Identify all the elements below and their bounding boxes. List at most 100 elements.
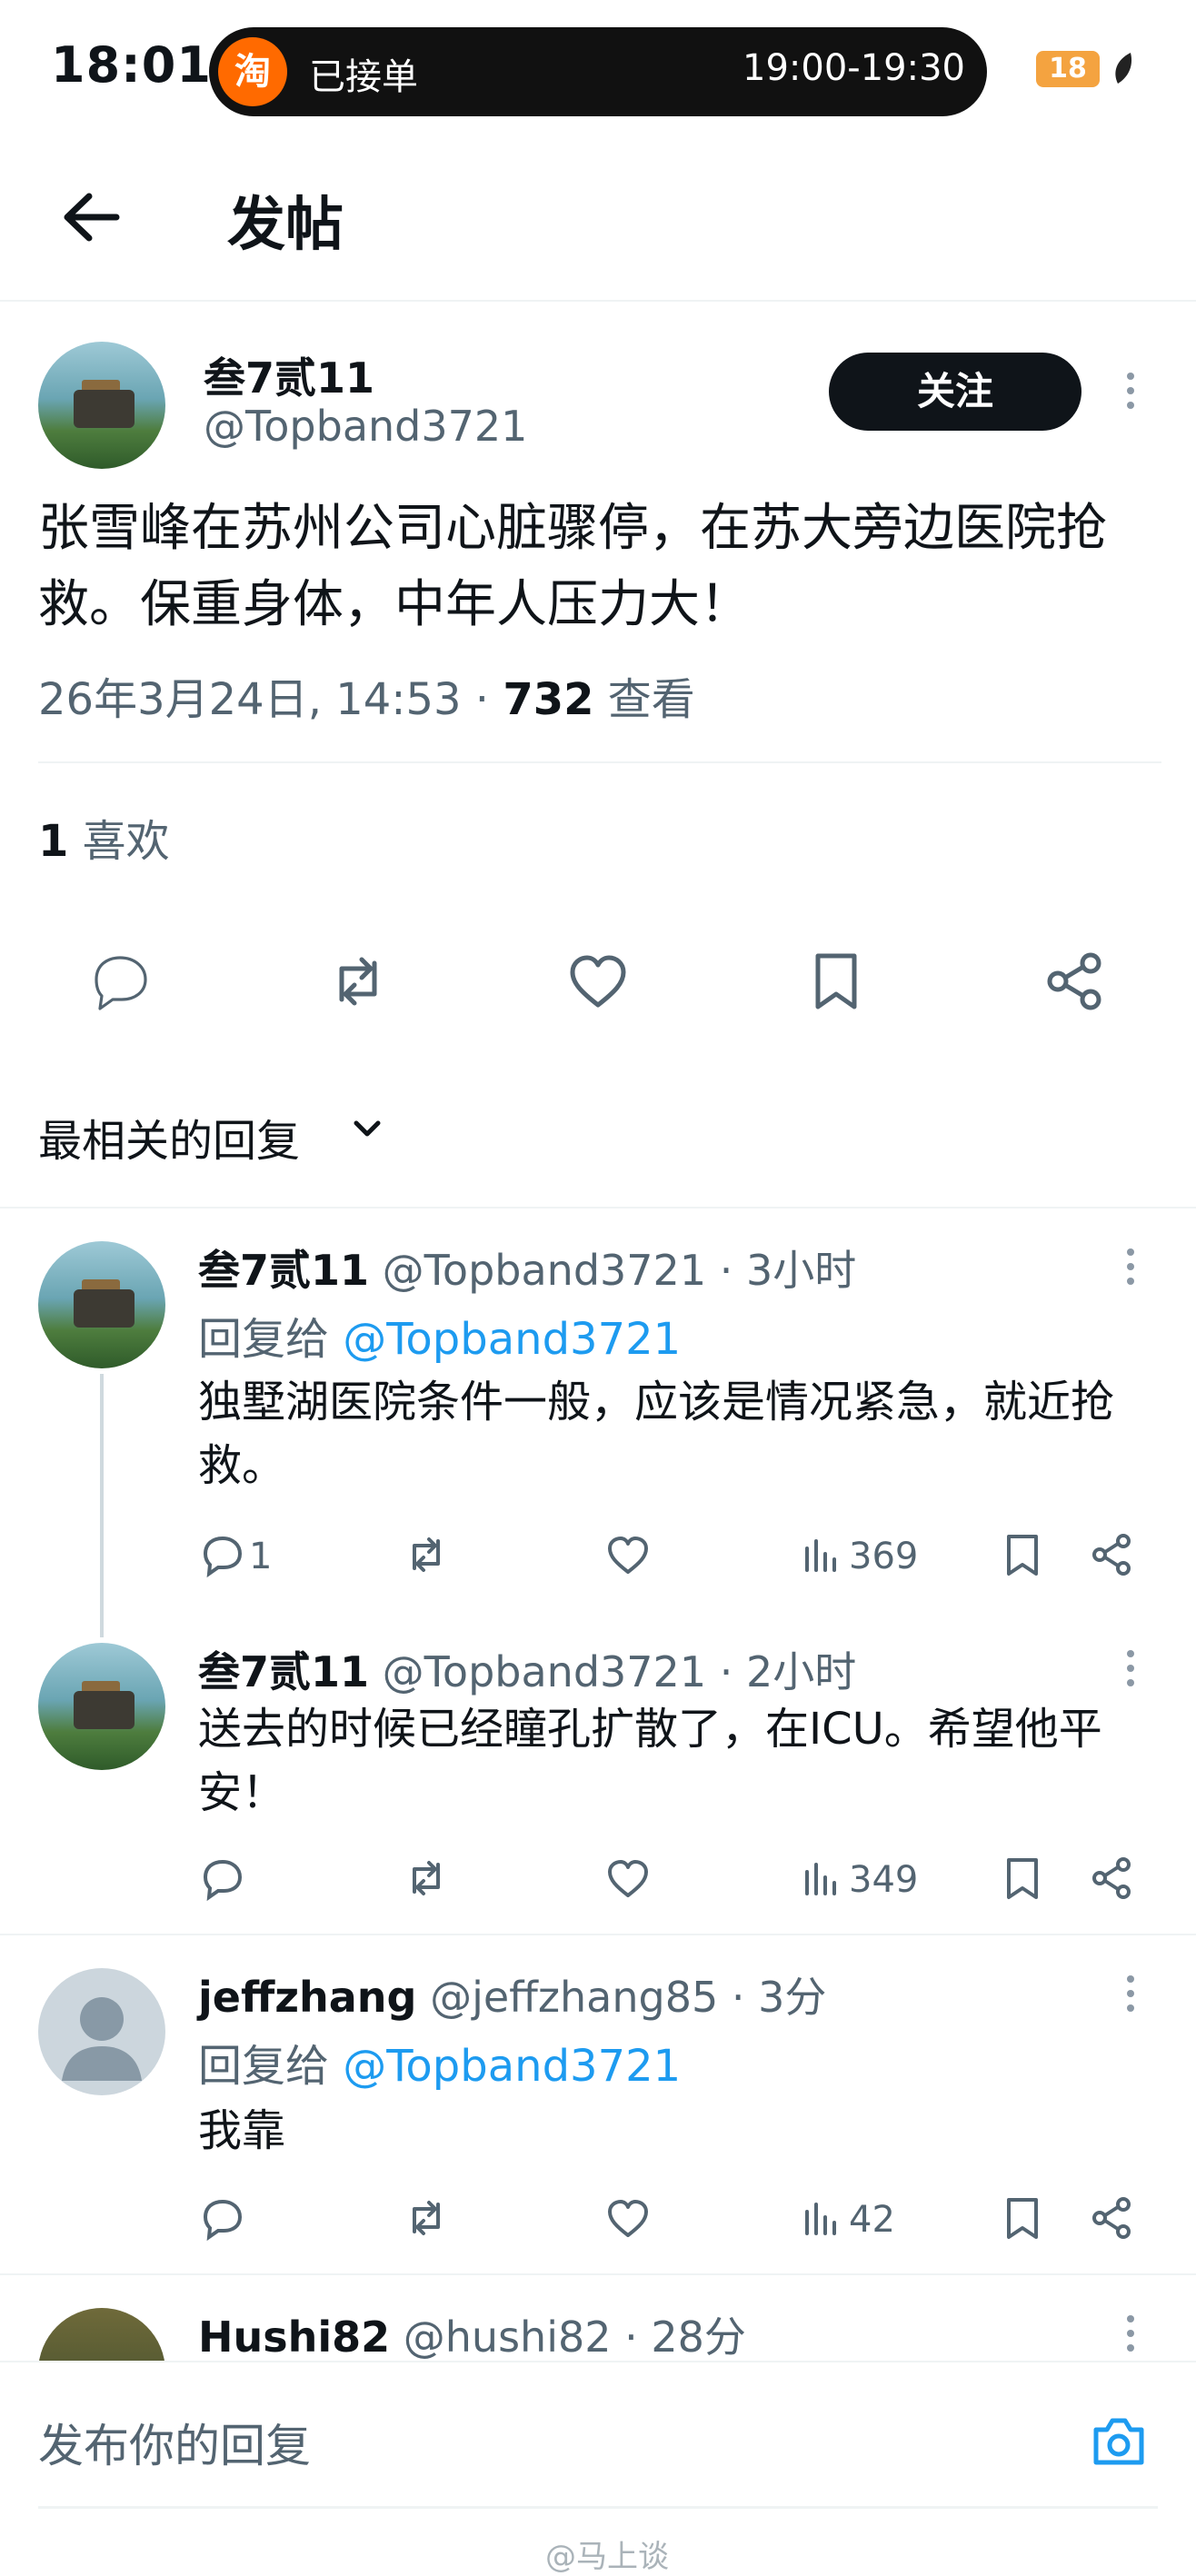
- watermark-text: @马上谈: [545, 2539, 669, 2575]
- reply-author-name: 叁7贰11: [198, 1647, 370, 1696]
- reply-more-button[interactable]: [1120, 2306, 1141, 2361]
- reply-like-button[interactable]: [603, 2193, 653, 2243]
- post-timestamp: 26年3月24日, 14:53 ·: [38, 674, 503, 725]
- reply-author[interactable]: jeffzhang @jeffzhang85 · 3分: [198, 1964, 826, 2024]
- reply-views[interactable]: [798, 2193, 847, 2243]
- reply-comment-count: 1: [249, 1536, 273, 1577]
- bar-chart-icon: [805, 2203, 836, 2235]
- reply-author[interactable]: 叁7贰11 @Topband3721 · 3小时: [198, 1238, 856, 1298]
- reply-avatar[interactable]: [38, 1643, 165, 1770]
- reply-text: 我靠: [198, 2105, 286, 2156]
- header-divider: [0, 300, 1196, 302]
- reply-view-count: 349: [849, 1859, 919, 1901]
- reply-button[interactable]: [85, 947, 154, 1016]
- reply-comment-button[interactable]: [198, 1854, 247, 1903]
- default-user-icon: [62, 1997, 142, 2081]
- reply-avatar[interactable]: [38, 1241, 165, 1368]
- repost-button[interactable]: [324, 947, 393, 1016]
- likes-label: 喜欢: [68, 816, 170, 867]
- battery-indicator: 18: [1036, 51, 1100, 87]
- reply-comment-button[interactable]: [198, 1530, 247, 1579]
- author-avatar[interactable]: [38, 342, 165, 469]
- post-more-button[interactable]: [1120, 363, 1141, 418]
- likes-count-line[interactable]: 1 喜欢: [38, 805, 170, 869]
- reply-to-line: 回复给 @Topband3721: [198, 1303, 681, 1367]
- author-handle[interactable]: @Topband3721: [204, 402, 527, 451]
- reply-text: 独墅湖医院条件一般，应该是情况紧急，就近抢救。: [198, 1377, 1115, 1491]
- page-title: 发帖: [227, 192, 344, 259]
- reply-repost-button[interactable]: [402, 1530, 451, 1579]
- repost-icon: [413, 2201, 440, 2235]
- reply-to-link[interactable]: @Topband3721: [343, 2041, 681, 2092]
- reply-to-link[interactable]: @Topband3721: [343, 1314, 681, 1365]
- bookmark-button[interactable]: [802, 947, 871, 1016]
- bookmark-icon: [1007, 1858, 1038, 1899]
- reply-views[interactable]: [798, 1530, 847, 1579]
- meta-divider: [38, 761, 1161, 763]
- reply-author-name: 叁7贰11: [198, 1246, 370, 1295]
- reply-divider: [0, 1934, 1196, 1935]
- kebab-icon: [1127, 1248, 1134, 1285]
- comment-icon: [95, 956, 147, 1010]
- reply-to-prefix: 回复给: [198, 1314, 344, 1365]
- follow-button[interactable]: 关注: [829, 353, 1081, 431]
- reply-repost-button[interactable]: [402, 1854, 451, 1903]
- reply-author[interactable]: 叁7贰11 @Topband3721 · 2小时: [198, 1639, 856, 1699]
- reply-views[interactable]: [798, 1854, 847, 1903]
- comment-icon: [203, 2199, 243, 2242]
- reply-view-count: 369: [849, 1536, 919, 1577]
- reply-like-button[interactable]: [603, 1854, 653, 1903]
- reply-comment-button[interactable]: [198, 2193, 247, 2243]
- author-name[interactable]: 叁7贰11: [204, 345, 374, 405]
- heart-icon: [608, 2200, 648, 2237]
- comment-icon: [203, 1859, 243, 1902]
- reply-view-count: 42: [849, 2199, 895, 2241]
- reply-more-button[interactable]: [1120, 1966, 1141, 2021]
- reply-more-button[interactable]: [1120, 1641, 1141, 1696]
- replies-divider: [0, 1207, 1196, 1208]
- reply-like-button[interactable]: [603, 1530, 653, 1579]
- share-icon: [1092, 2197, 1131, 2239]
- reply-repost-button[interactable]: [402, 2193, 451, 2243]
- order-time-text: 19:00-19:30: [743, 47, 965, 89]
- reply-more-button[interactable]: [1120, 1239, 1141, 1294]
- reply-share-button[interactable]: [1087, 1530, 1136, 1579]
- reply-handle-time: @Topband3721 · 3小时: [369, 1246, 857, 1295]
- reply-author[interactable]: Hushi82 @hushi82 · 28分: [198, 2304, 746, 2364]
- reply-share-button[interactable]: [1087, 1854, 1136, 1903]
- like-button[interactable]: [563, 947, 633, 1016]
- bar-chart-icon: [805, 1539, 836, 1572]
- share-button[interactable]: [1040, 947, 1109, 1016]
- reply-handle-time: @jeffzhang85 · 3分: [416, 1973, 827, 2022]
- reply-to-prefix: 回复给: [198, 2041, 344, 2092]
- thread-connector: [100, 1374, 104, 1637]
- reply-input[interactable]: 发布你的回复: [38, 2410, 311, 2475]
- share-icon: [1092, 1857, 1131, 1899]
- share-icon: [1092, 1534, 1131, 1576]
- reply-bookmark-button[interactable]: [998, 2193, 1047, 2243]
- kebab-icon: [1127, 2315, 1134, 2352]
- reply-bookmark-button[interactable]: [998, 1854, 1047, 1903]
- post-meta: 26年3月24日, 14:53 · 732 查看: [38, 663, 695, 727]
- bar-chart-icon: [805, 1863, 836, 1895]
- reply-share-button[interactable]: [1087, 2193, 1136, 2243]
- chevron-down-icon[interactable]: [349, 1110, 385, 1147]
- camera-button[interactable]: [1087, 2410, 1151, 2473]
- reply-text: 送去的时候已经瞳孔扩散了，在ICU。希望他平安！: [198, 1704, 1102, 1818]
- reply-avatar[interactable]: [38, 1968, 165, 2095]
- share-icon: [1047, 952, 1101, 1010]
- reply-handle-time: @Topband3721 · 2小时: [369, 1647, 857, 1696]
- sort-replies-label[interactable]: 最相关的回复: [38, 1105, 300, 1169]
- order-status-text: 已接单: [309, 56, 418, 98]
- back-button[interactable]: [53, 178, 131, 256]
- post-view-label: 查看: [593, 674, 695, 725]
- reply-author-name: jeffzhang: [198, 1973, 417, 2022]
- repost-icon: [339, 957, 377, 1006]
- order-notification-pill[interactable]: 淘 已接单 19:00-19:30: [209, 27, 987, 116]
- reply-bookmark-button[interactable]: [998, 1530, 1047, 1579]
- reply-to-line: 回复给 @Topband3721: [198, 2030, 681, 2094]
- reply-divider: [0, 2273, 1196, 2275]
- kebab-icon: [1127, 373, 1134, 409]
- leaf-icon: [1111, 51, 1136, 87]
- composer-underline: [38, 2506, 1158, 2509]
